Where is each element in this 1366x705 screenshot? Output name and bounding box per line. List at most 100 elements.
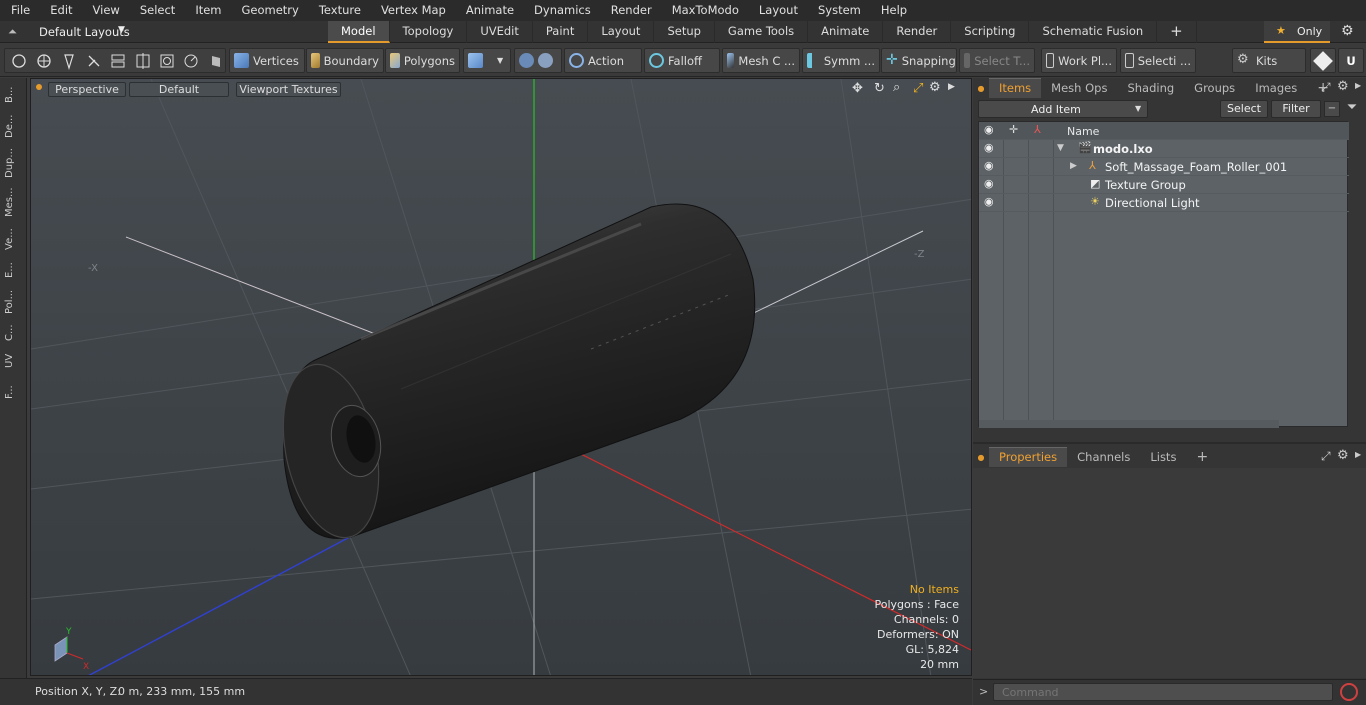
tab-scripting[interactable]: Scripting <box>951 21 1030 43</box>
menu-maxtomodo[interactable]: MaxToModo <box>661 0 748 21</box>
symmetry-button[interactable]: Symm ... <box>802 48 880 73</box>
fit-view-icon[interactable]: ⤢ <box>913 81 923 96</box>
tab-lists[interactable]: Lists <box>1140 448 1186 467</box>
viewport-textures-button[interactable]: Viewport Textures <box>236 82 341 97</box>
strip-tab-vertex[interactable]: Ve... <box>4 224 22 254</box>
name-column-header[interactable]: Name <box>1067 125 1099 138</box>
list-item[interactable]: ◉ ▶ ⅄ Soft_Massage_Foam_Roller_001 <box>979 158 1349 176</box>
menu-help[interactable]: Help <box>870 0 916 21</box>
tab-items[interactable]: Items <box>989 78 1042 98</box>
eye-icon[interactable]: ◉ <box>984 160 998 172</box>
list-item[interactable]: ◉ ◩ Texture Group <box>979 176 1349 194</box>
menu-item[interactable]: Item <box>184 0 230 21</box>
add-panel-tab-icon[interactable]: + <box>1186 448 1218 467</box>
eye-icon[interactable]: ◉ <box>984 178 998 190</box>
work-plane-button[interactable]: Work Pl... <box>1041 48 1117 73</box>
tab-model[interactable]: Model <box>328 21 390 43</box>
strip-tab-mesh-edit[interactable]: Mes... <box>4 184 22 220</box>
menu-texture[interactable]: Texture <box>308 0 370 21</box>
action-button[interactable]: Action <box>564 48 642 73</box>
tab-groups[interactable]: Groups <box>1184 79 1245 98</box>
zoom-view-icon[interactable]: ⌕ <box>893 80 900 95</box>
menu-geometry[interactable]: Geometry <box>231 0 308 21</box>
mesh-constraint-button[interactable]: Mesh C ... <box>722 48 800 73</box>
tab-setup[interactable]: Setup <box>654 21 715 43</box>
menu-vertex-map[interactable]: Vertex Map <box>370 0 455 21</box>
tab-properties[interactable]: Properties <box>989 447 1068 467</box>
eye-icon[interactable]: ◉ <box>984 196 998 208</box>
strip-tab-deform[interactable]: De... <box>4 111 22 141</box>
polygons-button[interactable]: Polygons <box>385 48 460 73</box>
selection-tool-icons[interactable] <box>9 52 221 70</box>
tab-animate[interactable]: Animate <box>808 21 884 43</box>
viewport-gear-icon[interactable]: ⚙ <box>929 80 941 95</box>
move-view-icon[interactable]: ✥ <box>852 81 863 96</box>
unreal-button[interactable]: U <box>1338 48 1364 73</box>
strip-tab-fusion[interactable]: F... <box>4 377 22 407</box>
list-item[interactable]: ◉ ☀ Directional Light <box>979 194 1349 212</box>
filter-button[interactable]: Filter <box>1271 100 1321 118</box>
rotate-view-icon[interactable]: ↻ <box>874 81 885 96</box>
layout-selector[interactable]: Default Layouts <box>39 25 130 39</box>
chevron-down-icon[interactable]: ▼ <box>118 25 125 35</box>
menu-animate[interactable]: Animate <box>455 0 523 21</box>
strip-tab-polygon[interactable]: Pol... <box>4 286 22 318</box>
strip-tab-uv[interactable]: UV <box>4 349 22 373</box>
tab-game-tools[interactable]: Game Tools <box>715 21 809 43</box>
menu-file[interactable]: File <box>0 0 39 21</box>
boundary-button[interactable]: Boundary <box>306 48 384 73</box>
record-icon[interactable] <box>1340 683 1358 701</box>
menu-render[interactable]: Render <box>600 0 661 21</box>
selection-sets-button[interactable]: Selecti ... <box>1120 48 1196 73</box>
falloff-button[interactable]: Falloff <box>644 48 720 73</box>
tab-layout[interactable]: Layout <box>588 21 655 43</box>
view-perspective-button[interactable]: Perspective <box>48 82 126 97</box>
tab-mesh-ops[interactable]: Mesh Ops <box>1041 79 1117 98</box>
menu-dynamics[interactable]: Dynamics <box>523 0 600 21</box>
select-through-button[interactable]: Select T... <box>959 48 1035 73</box>
snapping-button[interactable]: ✛ Snapping <box>881 48 957 73</box>
tab-uvedit[interactable]: UVEdit <box>467 21 533 43</box>
viewport-menu-arrow-icon[interactable]: ▶ <box>948 82 955 92</box>
expand-icon[interactable]: ⤢ <box>1321 80 1331 95</box>
menu-layout[interactable]: Layout <box>748 0 807 21</box>
tab-topology[interactable]: Topology <box>390 21 468 43</box>
panel-gear-icon[interactable]: ⚙ <box>1337 79 1349 94</box>
tab-schematic-fusion[interactable]: Schematic Fusion <box>1029 21 1158 43</box>
add-item-dropdown[interactable]: Add Item ▼ <box>978 100 1148 118</box>
menu-edit[interactable]: Edit <box>39 0 81 21</box>
add-tab-icon[interactable]: + <box>1157 21 1197 43</box>
tab-shading[interactable]: Shading <box>1117 79 1184 98</box>
tab-channels[interactable]: Channels <box>1067 448 1140 467</box>
strip-tab-curve[interactable]: C... <box>4 321 22 345</box>
only-toggle[interactable]: ★ Only <box>1264 21 1330 43</box>
3d-viewport[interactable]: -X -Z Y X Perspective Default Viewport T… <box>30 78 972 676</box>
unity-button[interactable] <box>1310 48 1336 73</box>
vertices-button[interactable]: Vertices <box>229 48 305 73</box>
command-input[interactable] <box>993 683 1333 701</box>
collapse-arrow-icon[interactable]: ▼ <box>1057 143 1064 153</box>
strip-tab-edge[interactable]: E... <box>4 258 22 282</box>
collapse-icon[interactable]: − <box>1324 101 1340 117</box>
list-item[interactable]: ◉ ▼ 🎬 modo.lxo <box>979 140 1349 158</box>
funnel-icon[interactable]: ⏷ <box>1344 101 1360 117</box>
item-mode-dropdown[interactable]: ▼ <box>463 48 511 73</box>
tab-paint[interactable]: Paint <box>533 21 589 43</box>
snap-modes[interactable] <box>514 48 562 73</box>
strip-tab-duplicate[interactable]: Dup... <box>4 145 22 181</box>
expand-arrow-icon[interactable]: ▶ <box>1070 161 1077 171</box>
layout-arrow-icon[interactable]: ⏶ <box>8 25 17 39</box>
tab-render[interactable]: Render <box>883 21 952 43</box>
panel-menu-arrow-icon[interactable]: ▶ <box>1355 81 1361 90</box>
strip-tab-basic[interactable]: B... <box>4 83 22 107</box>
select-button[interactable]: Select <box>1220 100 1268 118</box>
eye-icon[interactable]: ◉ <box>984 142 998 154</box>
panel-gear-icon[interactable]: ⚙ <box>1337 448 1349 463</box>
menu-select[interactable]: Select <box>129 0 184 21</box>
gear-icon[interactable]: ⚙ <box>1341 23 1354 39</box>
menu-system[interactable]: System <box>807 0 870 21</box>
kits-button[interactable]: ⚙ Kits <box>1232 48 1306 73</box>
menu-view[interactable]: View <box>82 0 129 21</box>
shading-default-button[interactable]: Default <box>129 82 229 97</box>
expand-icon[interactable]: ⤢ <box>1321 449 1331 464</box>
